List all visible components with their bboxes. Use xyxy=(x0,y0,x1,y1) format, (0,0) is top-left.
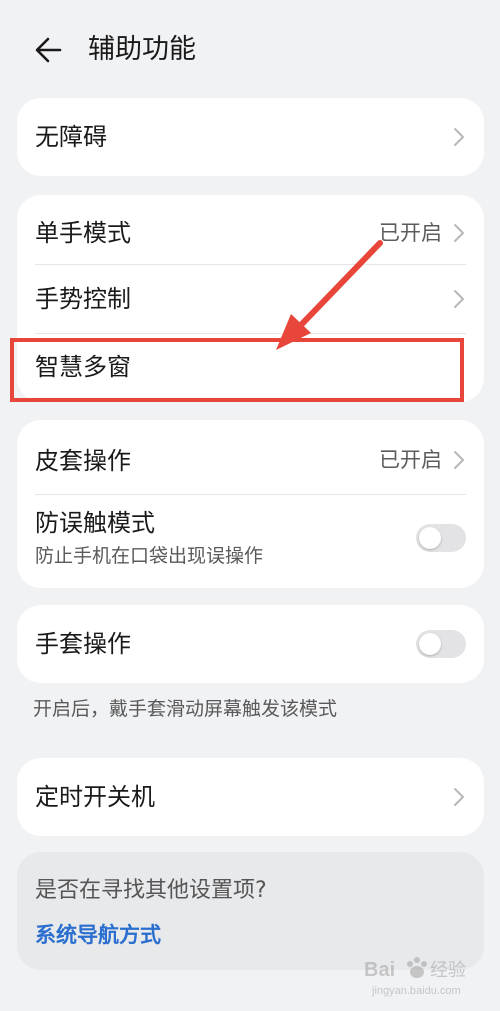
cover-operation-status: 已开启 xyxy=(379,448,442,472)
mistouch-label: 防误触模式 xyxy=(35,509,155,537)
cover-operation-row[interactable]: 皮套操作 已开启 xyxy=(17,420,484,494)
gesture-control-label: 手势控制 xyxy=(35,285,131,313)
timer-card: 定时开关机 xyxy=(17,758,484,836)
mistouch-toggle[interactable] xyxy=(416,524,466,552)
scheduled-power-row[interactable]: 定时开关机 xyxy=(17,758,484,836)
cover-card: 皮套操作 已开启 防误触模式 防止手机在口袋出现误操作 xyxy=(17,420,484,588)
glove-card: 手套操作 xyxy=(17,605,484,683)
glove-operation-toggle[interactable] xyxy=(416,630,466,658)
accessibility-row[interactable]: 无障碍 xyxy=(17,98,484,176)
chevron-right-icon xyxy=(452,449,466,471)
gesture-control-row[interactable]: 手势控制 xyxy=(17,265,484,333)
chevron-right-icon xyxy=(452,288,466,310)
glove-operation-label: 手套操作 xyxy=(35,630,131,658)
system-navigation-link[interactable]: 系统导航方式 xyxy=(35,920,161,950)
glove-note: 开启后，戴手套滑动屏幕触发该模式 xyxy=(33,698,338,720)
mistouch-row: 防误触模式 防止手机在口袋出现误操作 xyxy=(17,495,484,588)
app-header: 辅助功能 xyxy=(0,18,500,82)
page-title: 辅助功能 xyxy=(88,34,196,65)
back-arrow-icon xyxy=(35,37,62,63)
toggle-knob xyxy=(419,633,441,655)
one-hand-mode-status: 已开启 xyxy=(379,221,442,245)
glove-operation-row: 手套操作 xyxy=(17,605,484,683)
accessibility-label: 无障碍 xyxy=(35,123,107,151)
back-button[interactable] xyxy=(30,30,70,70)
chevron-right-icon xyxy=(452,786,466,808)
one-hand-mode-label: 单手模式 xyxy=(35,219,131,247)
accessibility-card: 无障碍 xyxy=(17,98,484,176)
toggle-knob xyxy=(419,527,441,549)
cover-operation-label: 皮套操作 xyxy=(35,447,131,475)
highlight-annotation-box xyxy=(10,338,464,402)
suggestion-question: 是否在寻找其他设置项? xyxy=(35,878,267,903)
svg-text:jingyan.baidu.com: jingyan.baidu.com xyxy=(371,985,461,997)
baidu-jingyan-watermark-icon: Bai 经验 jingyan.baidu.com xyxy=(362,952,474,1000)
svg-text:Bai: Bai xyxy=(364,959,395,981)
mistouch-description: 防止手机在口袋出现误操作 xyxy=(35,545,264,567)
settings-page: 辅助功能 无障碍 单手模式 已开启 手势控制 智慧多窗 皮套操作 已开启 防误触… xyxy=(0,0,500,1011)
svg-text:经验: 经验 xyxy=(430,960,466,981)
chevron-right-icon xyxy=(452,126,466,148)
chevron-right-icon xyxy=(452,222,466,244)
scheduled-power-label: 定时开关机 xyxy=(35,783,155,811)
one-hand-mode-row[interactable]: 单手模式 已开启 xyxy=(17,195,484,264)
